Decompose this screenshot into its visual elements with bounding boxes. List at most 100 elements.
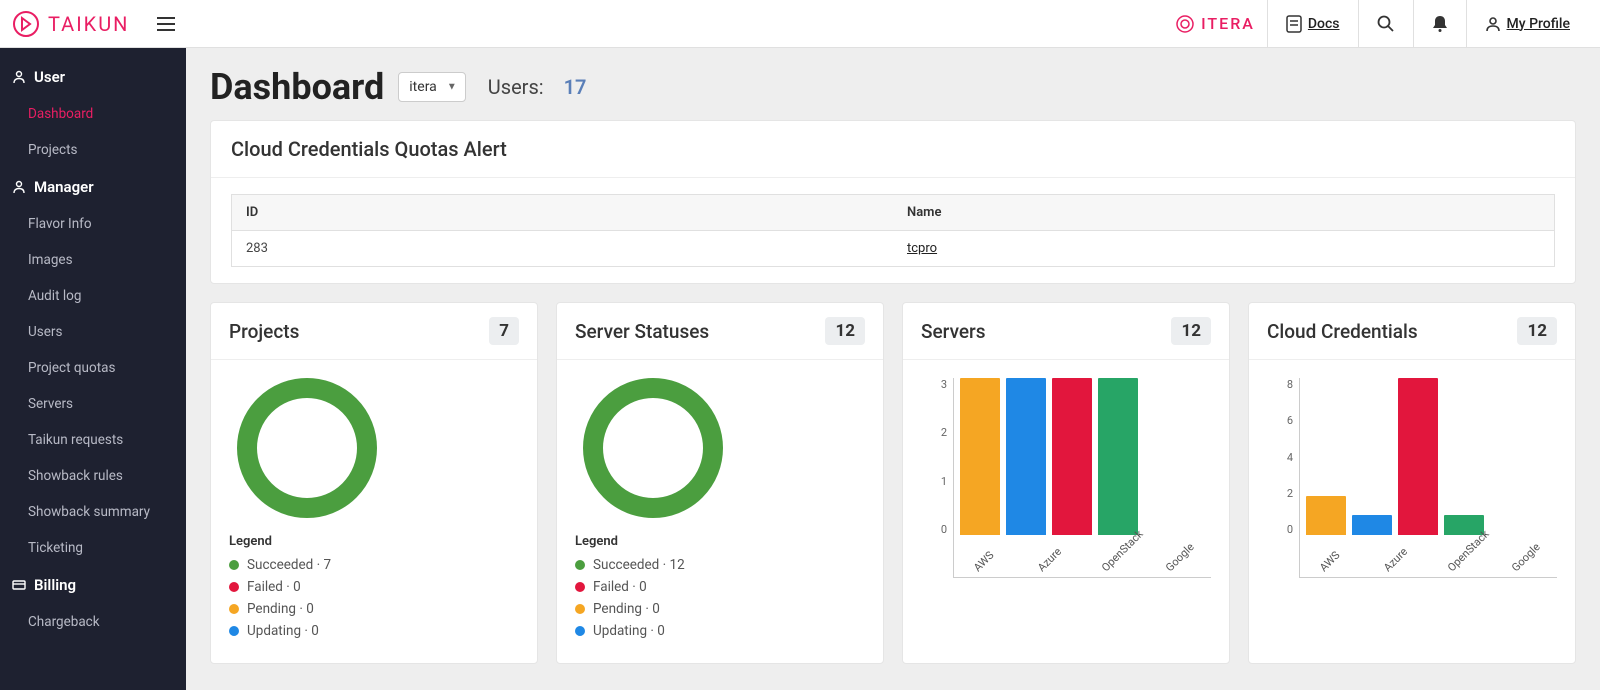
credentials-card-title: Cloud Credentials <box>1267 320 1418 343</box>
org-brand-text: ITERA <box>1201 14 1255 33</box>
legend-dot <box>575 626 585 636</box>
y-tick: 2 <box>941 426 947 439</box>
sidebar-section-manager: Manager <box>0 168 186 206</box>
user-section-icon <box>12 70 26 84</box>
legend-row: Succeeded · 12 <box>575 557 865 573</box>
legend-row: Failed · 0 <box>575 579 865 595</box>
table-row: 283tcpro <box>232 231 1555 267</box>
legend-label: Updating · 0 <box>247 623 319 639</box>
servers-card-title: Servers <box>921 320 986 343</box>
legend-dot <box>575 560 585 570</box>
org-brand[interactable]: ITERA <box>1175 14 1255 34</box>
y-tick: 2 <box>1287 487 1293 500</box>
docs-button[interactable]: Docs <box>1267 0 1358 48</box>
legend-label: Failed · 0 <box>247 579 301 595</box>
legend-dot <box>575 604 585 614</box>
legend-row: Succeeded · 7 <box>229 557 519 573</box>
legend-row: Failed · 0 <box>229 579 519 595</box>
users-count: 17 <box>564 75 587 99</box>
legend-label: Pending · 0 <box>593 601 660 617</box>
y-tick: 3 <box>941 378 947 391</box>
x-label: Google <box>1509 532 1551 574</box>
bar <box>1052 378 1092 535</box>
x-label: Azure <box>1035 532 1077 574</box>
sidebar-item-servers[interactable]: Servers <box>0 386 186 422</box>
hamburger-icon <box>157 17 175 31</box>
sidebar-item-ticketing[interactable]: Ticketing <box>0 530 186 566</box>
sidebar-item-users[interactable]: Users <box>0 314 186 350</box>
servers-card-count: 12 <box>1171 317 1211 345</box>
legend-dot <box>229 560 239 570</box>
logo[interactable]: TAIKUN <box>12 10 129 38</box>
table-header-id: ID <box>232 195 894 231</box>
projects-donut-chart <box>237 378 377 518</box>
topbar: TAIKUN ITERA Docs My Profile <box>0 0 1600 48</box>
sidebar-item-flavor-info[interactable]: Flavor Info <box>0 206 186 242</box>
bell-icon <box>1432 15 1448 33</box>
legend-dot <box>229 626 239 636</box>
stats-row: Projects 7 Legend Succeeded · 7Failed · … <box>186 302 1600 688</box>
sidebar-item-project-quotas[interactable]: Project quotas <box>0 350 186 386</box>
sidebar-item-dashboard[interactable]: Dashboard <box>0 96 186 132</box>
legend-dot <box>575 582 585 592</box>
menu-toggle[interactable] <box>157 17 175 31</box>
legend-row: Pending · 0 <box>575 601 865 617</box>
sidebar-section-label: Manager <box>34 178 94 196</box>
y-tick: 8 <box>1287 378 1293 391</box>
bar <box>1306 496 1346 535</box>
profile-button[interactable]: My Profile <box>1466 0 1588 48</box>
table-header-name: Name <box>893 195 1555 231</box>
y-tick: 6 <box>1287 414 1293 427</box>
sidebar-item-showback-rules[interactable]: Showback rules <box>0 458 186 494</box>
projects-card: Projects 7 Legend Succeeded · 7Failed · … <box>210 302 538 664</box>
statuses-card: Server Statuses 12 Legend Succeeded · 12… <box>556 302 884 664</box>
sidebar-item-audit-log[interactable]: Audit log <box>0 278 186 314</box>
legend-row: Updating · 0 <box>229 623 519 639</box>
profile-label: My Profile <box>1507 16 1570 32</box>
user-icon <box>1485 16 1501 32</box>
legend-label: Succeeded · 7 <box>247 557 331 573</box>
legend-label: Pending · 0 <box>247 601 314 617</box>
legend-label: Failed · 0 <box>593 579 647 595</box>
sidebar: User DashboardProjects Manager Flavor In… <box>0 48 186 690</box>
x-label: OpenStack <box>1099 532 1141 574</box>
legend-row: Updating · 0 <box>575 623 865 639</box>
bar <box>1098 378 1138 535</box>
legend-dot <box>229 582 239 592</box>
search-icon <box>1377 15 1395 33</box>
org-select-value: itera <box>409 79 437 95</box>
bar <box>960 378 1000 535</box>
credentials-bar-chart: 86420 AWSAzureOpenStackGoogle <box>1267 378 1557 578</box>
page-header: Dashboard itera ▼ Users: 17 <box>186 48 1600 120</box>
sidebar-item-showback-summary[interactable]: Showback summary <box>0 494 186 530</box>
chevron-down-icon: ▼ <box>447 82 457 93</box>
y-tick: 0 <box>1287 523 1293 536</box>
billing-section-icon <box>12 578 26 592</box>
org-brand-icon <box>1175 14 1195 34</box>
x-label: Azure <box>1381 532 1423 574</box>
credentials-card-count: 12 <box>1517 317 1557 345</box>
legend-row: Pending · 0 <box>229 601 519 617</box>
manager-section-icon <box>12 180 26 194</box>
sidebar-item-projects[interactable]: Projects <box>0 132 186 168</box>
credentials-card: Cloud Credentials 12 86420 AWSAzureOpenS… <box>1248 302 1576 664</box>
search-button[interactable] <box>1358 0 1413 48</box>
sidebar-item-chargeback[interactable]: Chargeback <box>0 604 186 640</box>
notifications-button[interactable] <box>1413 0 1466 48</box>
statuses-card-count: 12 <box>825 317 865 345</box>
sidebar-section-label: Billing <box>34 576 76 594</box>
y-tick: 1 <box>941 475 947 488</box>
org-select[interactable]: itera ▼ <box>398 72 466 102</box>
sidebar-item-taikun-requests[interactable]: Taikun requests <box>0 422 186 458</box>
docs-label: Docs <box>1308 16 1340 32</box>
cell-name[interactable]: tcpro <box>893 231 1555 267</box>
x-label: AWS <box>971 532 1013 574</box>
legend-label: Updating · 0 <box>593 623 665 639</box>
topbar-right: ITERA Docs My Profile <box>1175 0 1588 48</box>
cell-id: 283 <box>232 231 894 267</box>
alert-card-title: Cloud Credentials Quotas Alert <box>211 121 1575 178</box>
legend-dot <box>229 604 239 614</box>
servers-bar-chart: 3210 AWSAzureOpenStackGoogle <box>921 378 1211 578</box>
bar <box>1398 378 1438 535</box>
sidebar-item-images[interactable]: Images <box>0 242 186 278</box>
